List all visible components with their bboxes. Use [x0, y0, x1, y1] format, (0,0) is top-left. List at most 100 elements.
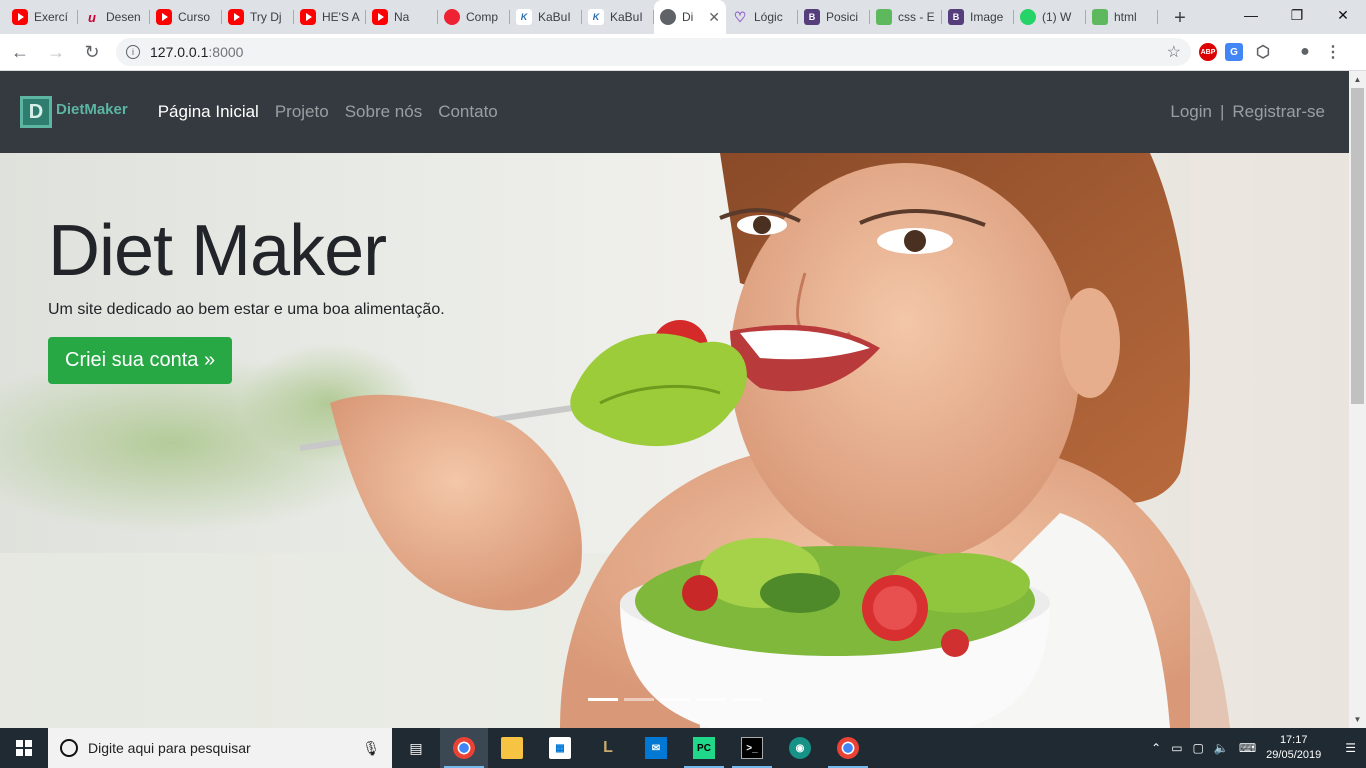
scrollbar-thumb[interactable]	[1351, 88, 1364, 404]
hero-content: Diet Maker Um site dedicado ao bem estar…	[48, 211, 445, 384]
chrome-taskbar-icon[interactable]	[440, 728, 488, 768]
browser-tab[interactable]: (1) W	[1014, 2, 1086, 32]
hero-subtitle: Um site dedicado ao bem estar e uma boa …	[48, 301, 445, 318]
youtube-icon	[156, 9, 172, 25]
browser-tab-label: css - E	[898, 10, 935, 24]
microsoft-store-icon[interactable]: ▦	[536, 728, 584, 768]
create-account-button[interactable]: Criei sua conta »	[48, 337, 233, 384]
forward-icon[interactable]: →	[40, 36, 72, 68]
outlook-icon[interactable]: ✉	[632, 728, 680, 768]
carousel-indicators	[588, 698, 762, 701]
carousel-indicator[interactable]	[624, 698, 654, 701]
brand-logo-icon: D	[20, 96, 52, 128]
clock[interactable]: 17:17 29/05/2019	[1266, 733, 1321, 763]
google-translate-icon[interactable]: G	[1225, 43, 1243, 61]
whatsapp-icon	[1020, 9, 1036, 25]
volume-icon[interactable]: 🔈	[1214, 741, 1229, 755]
microphone-icon[interactable]: 🎙	[362, 740, 380, 757]
network-icon[interactable]: ▢	[1193, 741, 1204, 755]
league-of-legends-icon[interactable]: L	[584, 728, 632, 768]
close-icon[interactable]: ✕	[1320, 0, 1366, 30]
clock-date: 29/05/2019	[1266, 749, 1322, 761]
notifications-icon[interactable]: ☰	[1345, 741, 1356, 755]
register-link[interactable]: Registrar-se	[1232, 102, 1325, 122]
tab-close-icon[interactable]: ✕	[708, 9, 720, 26]
stackoverflow-icon	[876, 9, 892, 25]
hero-title: Diet Maker	[48, 211, 387, 291]
browser-tab[interactable]: HE'S A	[294, 2, 366, 32]
browser-tab-label: Na	[394, 10, 410, 24]
nav-link-about[interactable]: Sobre nós	[345, 102, 423, 122]
browser-tab[interactable]: Di ✕	[654, 0, 726, 34]
pycharm-icon[interactable]: PC	[680, 728, 728, 768]
nav-link-home[interactable]: Página Inicial	[158, 102, 259, 122]
scroll-down-icon[interactable]: ▼	[1349, 711, 1366, 728]
carousel-indicator[interactable]	[588, 698, 618, 701]
address-bar[interactable]: i 127.0.0.1:8000 ☆	[116, 38, 1191, 66]
extension-cube-icon[interactable]: ⬡	[1251, 40, 1275, 64]
page-scrollbar[interactable]: ▲ ▼	[1349, 71, 1366, 728]
adblock-plus-icon[interactable]: ABP	[1199, 43, 1217, 61]
carousel-indicator[interactable]	[660, 698, 690, 701]
browser-tab[interactable]: css - E	[870, 2, 942, 32]
chrome-second-window-icon[interactable]	[824, 728, 872, 768]
browser-tab[interactable]: Na	[366, 2, 438, 32]
brand[interactable]: D DietMaker	[20, 96, 128, 128]
browser-tab[interactable]: B Posici	[798, 2, 870, 32]
task-view-icon[interactable]: ▤	[392, 728, 440, 768]
url-host: 127.0.0.1	[150, 44, 209, 60]
tray-chevron-icon[interactable]: ⌃	[1151, 741, 1161, 755]
browser-tab[interactable]: ♡ Lógic	[726, 2, 798, 32]
browser-tab[interactable]: Exercí	[6, 2, 78, 32]
clock-time: 17:17	[1279, 734, 1308, 746]
browser-tab-label: Image	[970, 10, 1004, 24]
auth-links: Login | Registrar-se	[1170, 102, 1329, 122]
back-icon[interactable]: ←	[4, 36, 36, 68]
battery-icon[interactable]: ▭	[1171, 741, 1182, 755]
browser-tab-label: HE'S A	[322, 10, 360, 24]
minimize-icon[interactable]: —	[1228, 0, 1274, 30]
command-prompt-icon[interactable]: >_	[728, 728, 776, 768]
login-link[interactable]: Login	[1170, 102, 1212, 122]
brand-name: DietMaker	[56, 100, 128, 118]
browser-tab[interactable]: K KaBuI	[510, 2, 582, 32]
browser-tab-label: html	[1114, 10, 1137, 24]
globe-icon	[660, 9, 676, 25]
youtube-icon	[228, 9, 244, 25]
carousel-indicator[interactable]	[696, 698, 726, 701]
site-navbar: D DietMaker Página Inicial Projeto Sobre…	[0, 71, 1349, 153]
bootstrap-icon: B	[948, 9, 964, 25]
maximize-icon[interactable]: ❐	[1274, 0, 1320, 30]
youtube-icon	[12, 9, 28, 25]
browser-tab[interactable]: u Desen	[78, 2, 150, 32]
taskbar-search-box[interactable]: Digite aqui para pesquisar 🎙	[48, 728, 392, 768]
browser-tab-label: Di	[682, 10, 694, 24]
nav-link-project[interactable]: Projeto	[275, 102, 329, 122]
browser-tab[interactable]: html	[1086, 2, 1158, 32]
nav-link-contact[interactable]: Contato	[438, 102, 498, 122]
tab-list: Exercí u Desen Curso Try Dj HE'S A Na Comp K KaBu…	[0, 0, 1158, 34]
menu-icon[interactable]: ⋮	[1321, 40, 1345, 64]
browser-toolbar: ← → ↻ i 127.0.0.1:8000 ☆ ABP G ⬡ ● ⋮	[0, 34, 1366, 71]
reload-icon[interactable]: ↻	[76, 36, 108, 68]
info-icon[interactable]: i	[126, 45, 140, 59]
youtube-icon	[372, 9, 388, 25]
carousel-indicator[interactable]	[732, 698, 762, 701]
file-explorer-icon[interactable]	[488, 728, 536, 768]
browser-tab[interactable]: K KaBuI	[582, 2, 654, 32]
browser-tab[interactable]: B Image	[942, 2, 1014, 32]
gitkraken-icon[interactable]: ◉	[776, 728, 824, 768]
udemy-icon: u	[88, 9, 96, 25]
browser-tab-strip: Exercí u Desen Curso Try Dj HE'S A Na Comp K KaBu…	[0, 0, 1366, 34]
keyboard-icon[interactable]: ⌨	[1239, 741, 1256, 755]
scroll-up-icon[interactable]: ▲	[1349, 71, 1366, 88]
browser-tab[interactable]: Try Dj	[222, 2, 294, 32]
bookmark-star-icon[interactable]: ☆	[1167, 42, 1181, 62]
profile-avatar-icon[interactable]: ●	[1293, 40, 1317, 64]
windows-start-icon[interactable]	[0, 728, 48, 768]
browser-tab[interactable]: Curso	[150, 2, 222, 32]
new-tab-button[interactable]: +	[1166, 4, 1194, 32]
browser-tab-label: Comp	[466, 10, 499, 24]
browser-tab[interactable]: Comp	[438, 2, 510, 32]
browser-tab-label: Exercí	[34, 10, 69, 24]
